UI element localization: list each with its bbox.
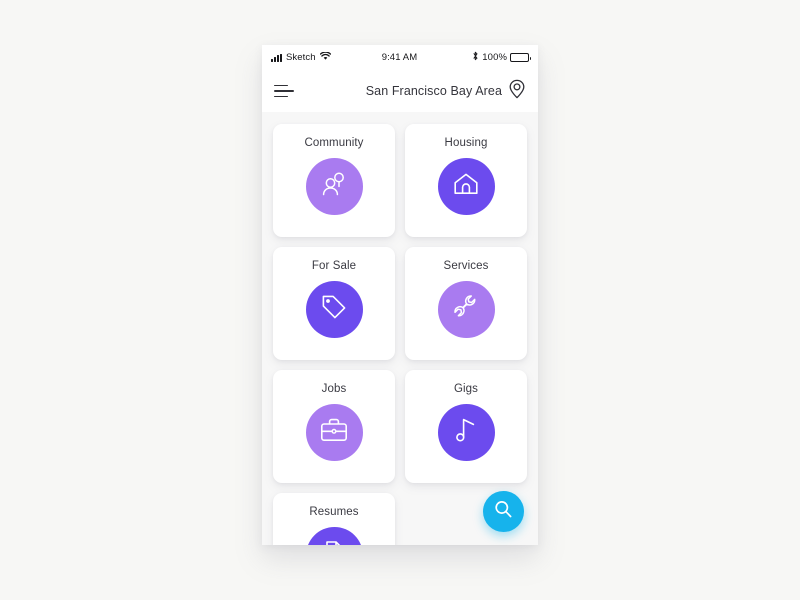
- category-icon-circle: [305, 158, 363, 215]
- hamburger-menu-icon[interactable]: [274, 84, 296, 98]
- bluetooth-icon: [472, 51, 479, 64]
- category-card-for-sale[interactable]: For Sale: [273, 247, 395, 360]
- nav-bar: San Francisco Bay Area: [262, 70, 538, 112]
- category-icon-circle: [305, 281, 363, 338]
- category-label: Resumes: [309, 506, 359, 518]
- page-title: San Francisco Bay Area: [365, 84, 502, 98]
- music-note-icon: [454, 416, 478, 449]
- category-card-resumes[interactable]: Resumes: [273, 493, 395, 545]
- category-icon-circle: [305, 404, 363, 461]
- phone-screen: Sketch 9:41 AM 100% San Francisco Bay Ar…: [262, 45, 538, 545]
- category-icon-circle: [437, 158, 495, 215]
- category-label: Community: [304, 137, 364, 149]
- category-grid: Community Housing For Sale Services Jobs…: [273, 124, 527, 545]
- category-label: Services: [443, 260, 489, 272]
- people-icon: [320, 171, 348, 202]
- battery-full-icon: [510, 53, 531, 62]
- status-bar-time: 9:41 AM: [381, 52, 418, 63]
- category-label: For Sale: [311, 260, 357, 272]
- location-selector[interactable]: San Francisco Bay Area: [366, 79, 526, 104]
- wrench-icon: [451, 292, 481, 327]
- category-icon-circle: [437, 281, 495, 338]
- search-fab-button[interactable]: [483, 491, 524, 532]
- category-card-community[interactable]: Community: [273, 124, 395, 237]
- map-pin-icon[interactable]: [508, 79, 526, 104]
- battery-percent-label: 100%: [482, 52, 507, 63]
- screenshot-canvas: Sketch 9:41 AM 100% San Francisco Bay Ar…: [0, 0, 800, 600]
- category-card-jobs[interactable]: Jobs: [273, 370, 395, 483]
- signal-bars-icon: [271, 53, 282, 62]
- category-icon-circle: [437, 404, 495, 461]
- category-card-gigs[interactable]: Gigs: [405, 370, 527, 483]
- search-icon: [493, 499, 514, 525]
- status-bar: Sketch 9:41 AM 100%: [262, 45, 538, 70]
- category-label: Housing: [444, 137, 488, 149]
- document-icon: [322, 539, 346, 545]
- carrier-label: Sketch: [286, 52, 316, 63]
- category-card-services[interactable]: Services: [405, 247, 527, 360]
- status-bar-left: Sketch: [262, 51, 331, 64]
- category-card-housing[interactable]: Housing: [405, 124, 527, 237]
- category-label: Gigs: [453, 383, 479, 395]
- category-icon-circle: [305, 527, 363, 545]
- category-label: Jobs: [321, 383, 347, 395]
- briefcase-icon: [319, 416, 349, 449]
- category-grid-scroll[interactable]: Community Housing For Sale Services Jobs…: [262, 112, 538, 545]
- status-bar-right: 100%: [472, 51, 538, 64]
- price-tag-icon: [320, 293, 348, 326]
- house-icon: [452, 171, 480, 202]
